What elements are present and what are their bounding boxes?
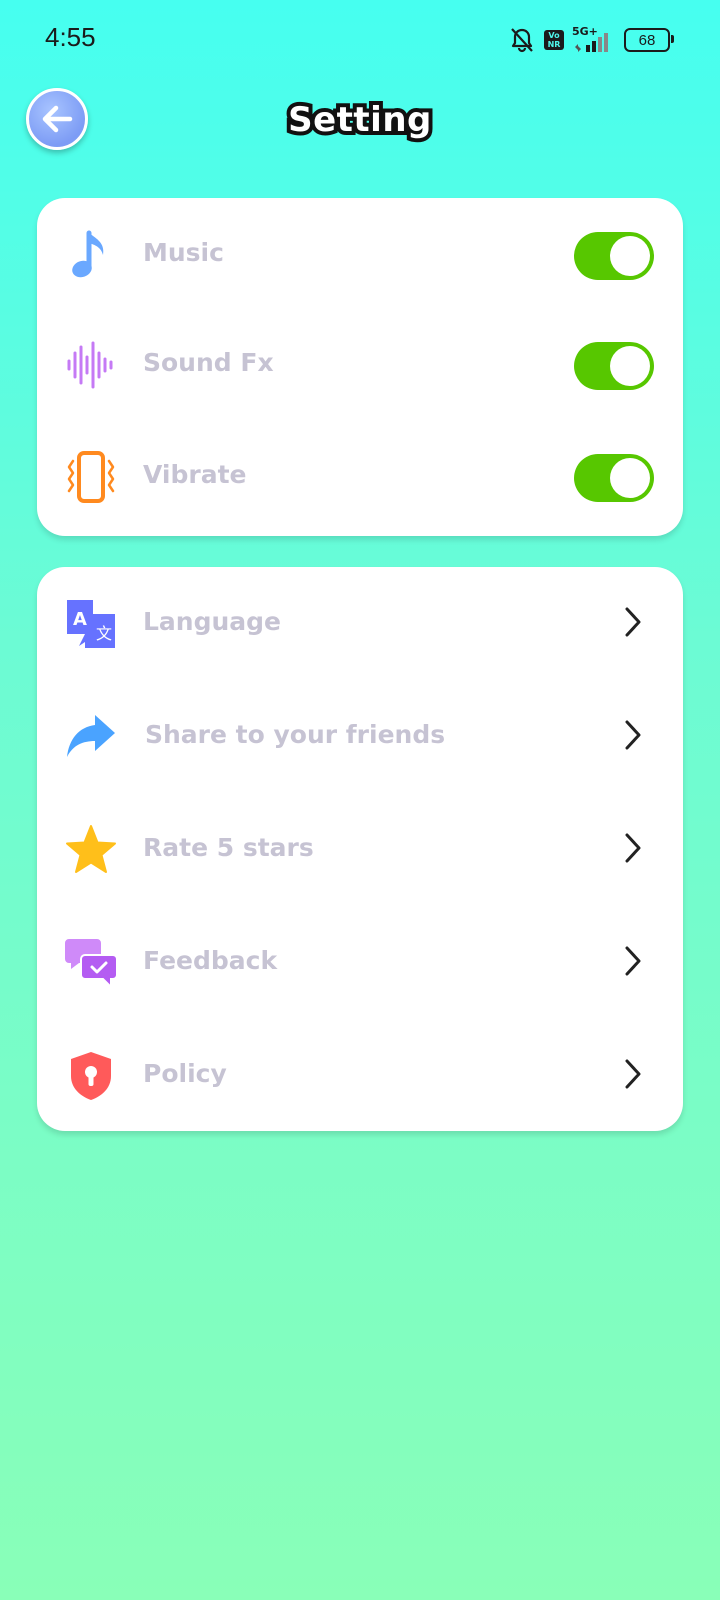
chevron-right-icon	[625, 607, 641, 637]
chevron-right-icon	[625, 1059, 641, 1089]
language-row[interactable]: A 文 Language	[37, 572, 683, 672]
policy-label: Policy	[143, 1059, 227, 1088]
rate-row[interactable]: Rate 5 stars	[37, 798, 683, 898]
chevron-right-icon	[625, 720, 641, 750]
options-card: A 文 Language Share to your friends Rate …	[37, 567, 683, 1131]
translate-icon: A 文	[65, 598, 117, 650]
share-row[interactable]: Share to your friends	[37, 685, 683, 785]
music-toggle[interactable]	[574, 232, 654, 280]
page-title: Setting	[284, 96, 435, 144]
status-icons: Vo NR 5G+ 68	[508, 22, 674, 58]
vibrate-label: Vibrate	[143, 460, 247, 489]
share-arrow-icon	[65, 711, 117, 763]
svg-text:A: A	[73, 609, 87, 630]
status-time: 4:55	[45, 22, 96, 52]
toggle-knob	[610, 236, 650, 276]
signal-icon: 5G+	[572, 25, 616, 53]
muted-bell-icon	[511, 28, 533, 53]
music-row: Music	[37, 203, 683, 303]
toggle-knob	[610, 346, 650, 386]
sound-wave-icon	[65, 339, 117, 391]
audio-settings-card: Music Sound Fx Vibrate	[37, 198, 683, 536]
music-note-icon	[65, 229, 117, 281]
music-label: Music	[143, 238, 224, 267]
sound-fx-toggle[interactable]	[574, 342, 654, 390]
policy-row[interactable]: Policy	[37, 1024, 683, 1124]
star-icon	[65, 824, 117, 876]
vibrate-phone-icon	[65, 451, 117, 503]
shield-lock-icon	[65, 1050, 117, 1102]
svg-text:文: 文	[96, 624, 112, 643]
vibrate-row: Vibrate	[37, 425, 683, 525]
volte-badge: Vo NR	[544, 30, 564, 50]
battery-indicator: 68	[624, 28, 674, 52]
vibrate-toggle[interactable]	[574, 454, 654, 502]
share-label: Share to your friends	[145, 720, 446, 749]
sound-fx-label: Sound Fx	[143, 348, 274, 377]
toggle-knob	[610, 458, 650, 498]
rate-label: Rate 5 stars	[143, 833, 314, 862]
feedback-row[interactable]: Feedback	[37, 911, 683, 1011]
chevron-right-icon	[625, 833, 641, 863]
sound-fx-row: Sound Fx	[37, 313, 683, 413]
language-label: Language	[143, 607, 282, 636]
chevron-right-icon	[625, 946, 641, 976]
chat-bubbles-icon	[65, 937, 117, 989]
status-bar: 4:55 Vo NR 5G+ 68	[0, 0, 720, 80]
feedback-label: Feedback	[143, 946, 278, 975]
